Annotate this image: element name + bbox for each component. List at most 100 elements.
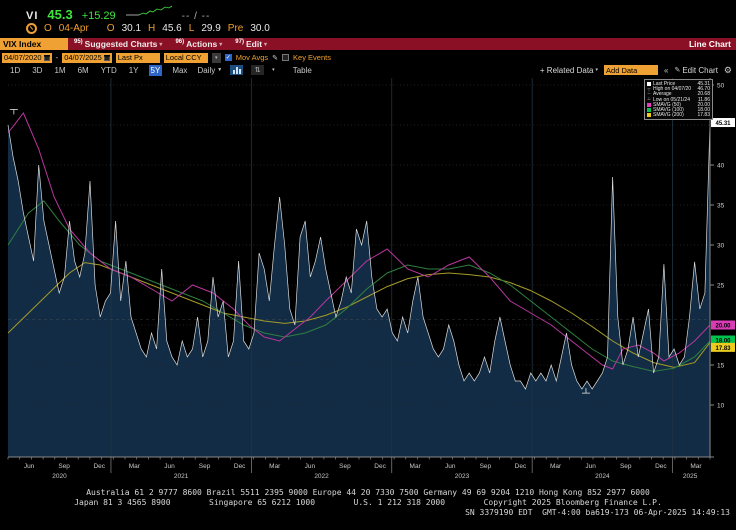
footer-contacts-2: Japan 81 3 4565 8900 Singapore 65 6212 1…	[0, 498, 736, 508]
legend-row[interactable]: SMAVG (200) 17.83	[647, 113, 710, 118]
table-button[interactable]: Table	[293, 66, 312, 75]
session-date: 04-Apr	[59, 23, 89, 34]
chevron-down-icon[interactable]: ▾	[272, 67, 275, 73]
price-type-select[interactable]: Last Px	[116, 53, 160, 63]
svg-text:Dec: Dec	[234, 463, 246, 470]
x-axis-labels: JunSepDecMarJunSepDecMarJunSepDecMarJunS…	[8, 457, 710, 480]
high-label: H	[148, 23, 155, 34]
svg-text:30: 30	[717, 242, 725, 249]
svg-text:Jun: Jun	[585, 463, 596, 470]
legend-swatch	[647, 113, 651, 117]
tab-3d[interactable]: 3D	[30, 65, 44, 76]
svg-text:Dec: Dec	[515, 463, 527, 470]
legend-swatch: ∼	[647, 92, 651, 96]
currency-select[interactable]: Local CCY	[164, 53, 208, 63]
currency-dropdown-button[interactable]: ▾	[212, 53, 221, 63]
high-value: 45.6	[162, 23, 181, 34]
period-tabs: 1D 3D 1M 6M YTD 1Y 5Y Max Daily ▼ ⇅ ▾ Ta…	[8, 64, 312, 76]
sparkline-icon	[125, 5, 173, 19]
price-tags: 45.3120.0018.0017.83	[711, 118, 735, 352]
tab-ytd[interactable]: YTD	[99, 65, 119, 76]
svg-text:Dec: Dec	[93, 463, 105, 470]
pencil-icon: ✎	[674, 66, 680, 74]
chart-settings-button[interactable]: ⇅	[251, 65, 264, 75]
svg-text:2023: 2023	[455, 473, 470, 480]
security-field[interactable]: VIX Index	[0, 38, 68, 50]
menu-suggested-charts[interactable]: 95) Suggested Charts ▾	[74, 39, 162, 49]
price-area-fill	[8, 123, 710, 458]
chevron-down-icon: ▼	[217, 67, 222, 73]
tab-5y[interactable]: 5Y	[149, 65, 163, 76]
menu-bar: VIX Index 95) Suggested Charts ▾ 96) Act…	[0, 38, 736, 50]
tab-max[interactable]: Max	[170, 65, 189, 76]
gear-icon[interactable]: ⚙	[724, 65, 732, 76]
add-data-input[interactable]: Add Data	[604, 65, 658, 75]
svg-text:15: 15	[717, 362, 725, 369]
svg-text:Jun: Jun	[305, 463, 316, 470]
chevron-down-icon: ▾	[159, 41, 162, 48]
edit-pencil-icon[interactable]: ✎	[272, 54, 278, 62]
related-data-button[interactable]: + Related Data ▾	[540, 66, 598, 75]
svg-text:Mar: Mar	[410, 463, 422, 470]
svg-text:2025: 2025	[683, 473, 698, 480]
legend-swatch	[647, 108, 651, 112]
gauge-icon	[26, 23, 37, 34]
svg-text:2022: 2022	[314, 473, 329, 480]
price-change: +15.29	[82, 10, 116, 22]
terminal-footer: Australia 61 2 9777 8600 Brazil 5511 239…	[0, 488, 736, 518]
calendar-icon	[104, 55, 110, 61]
key-events-checkbox[interactable]	[282, 54, 289, 61]
svg-text:17.83: 17.83	[715, 346, 731, 352]
session-label: O	[44, 23, 52, 34]
chart-type-button[interactable]	[230, 65, 243, 75]
chevron-down-icon: ▾	[596, 67, 599, 73]
svg-text:Mar: Mar	[690, 463, 702, 470]
svg-text:10: 10	[717, 402, 725, 409]
tab-1y[interactable]: 1Y	[127, 65, 141, 76]
svg-text:2024: 2024	[595, 473, 610, 480]
open-label: O	[107, 23, 115, 34]
menu-actions[interactable]: 96) Actions ▾	[175, 39, 222, 49]
footer-session-info: SN 3379190 EDT GMT-4:00 ba619-173 06-Apr…	[0, 508, 736, 518]
frequency-select[interactable]: Daily ▼	[197, 66, 222, 75]
mov-avgs-checkbox[interactable]: ✓	[225, 54, 232, 61]
svg-text:35: 35	[717, 202, 725, 209]
svg-text:Dec: Dec	[655, 463, 667, 470]
svg-text:20.00: 20.00	[715, 324, 731, 330]
low-label: L	[189, 23, 195, 34]
svg-text:25: 25	[717, 282, 725, 289]
svg-text:Dec: Dec	[374, 463, 386, 470]
key-events-label: Key Events	[293, 53, 331, 62]
bid-ask-na: -- / --	[182, 11, 211, 22]
tab-1m[interactable]: 1M	[52, 65, 67, 76]
svg-text:Sep: Sep	[480, 463, 492, 470]
open-value: 30.1	[122, 23, 141, 34]
svg-text:45.31: 45.31	[715, 121, 731, 127]
range-toolbar: 04/07/2020 - 04/07/2025 Last Px Local CC…	[2, 52, 331, 63]
svg-text:Sep: Sep	[199, 463, 211, 470]
svg-text:Mar: Mar	[269, 463, 281, 470]
svg-text:40: 40	[717, 162, 725, 169]
ticker-symbol: VI	[26, 10, 38, 22]
last-price: 45.3	[47, 7, 72, 22]
date-to-field[interactable]: 04/07/2025	[62, 53, 112, 63]
quote-header: VI 45.3 +15.29 -- / --	[26, 5, 210, 22]
legend-swatch: ┴	[647, 98, 651, 102]
tab-1d[interactable]: 1D	[8, 65, 22, 76]
menu-edit[interactable]: 97) Edit ▾	[235, 39, 267, 49]
edit-chart-button[interactable]: ✎ Edit Chart	[674, 66, 717, 75]
svg-text:Sep: Sep	[339, 463, 351, 470]
legend-swatch	[647, 103, 651, 107]
svg-text:Sep: Sep	[620, 463, 632, 470]
pre-value: 30.0	[250, 23, 269, 34]
chart-canvas[interactable]: 5040353025151045.3120.0018.0017.83JunSep…	[0, 76, 736, 486]
date-from-field[interactable]: 04/07/2020	[2, 53, 52, 63]
footer-contacts-1: Australia 61 2 9777 8600 Brazil 5511 239…	[0, 488, 736, 498]
svg-text:Mar: Mar	[550, 463, 562, 470]
collapse-button[interactable]: «	[664, 66, 668, 75]
mov-avgs-label: Mov Avgs	[236, 53, 268, 62]
chart-legend: Last Price 45.31 ┬ High on 04/07/20 46.7…	[644, 79, 713, 120]
tab-6m[interactable]: 6M	[76, 65, 91, 76]
svg-text:2021: 2021	[174, 473, 189, 480]
chevron-down-icon: ▾	[264, 41, 267, 48]
